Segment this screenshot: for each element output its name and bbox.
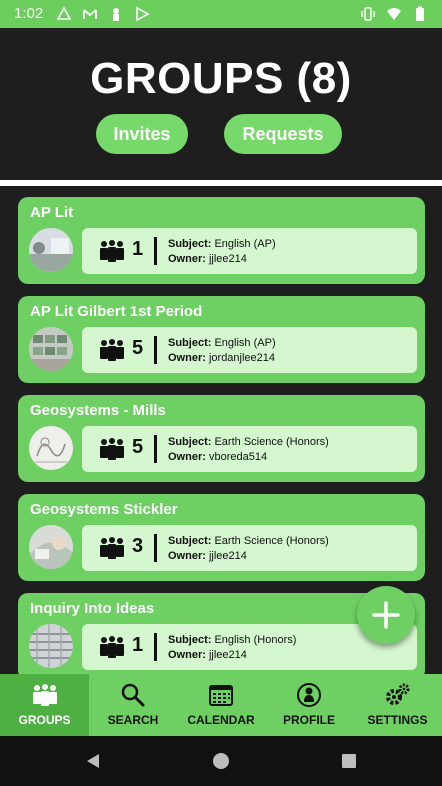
nav-calendar[interactable]: CALENDAR bbox=[177, 674, 265, 736]
group-card[interactable]: AP Lit Gilbert 1st Period 5 Subject: Eng… bbox=[18, 296, 425, 383]
info-separator bbox=[154, 336, 157, 364]
members-icon bbox=[99, 338, 125, 362]
nav-groups[interactable]: GROUPS bbox=[0, 674, 89, 736]
calendar-icon bbox=[208, 682, 234, 708]
nav-settings-label: SETTINGS bbox=[367, 713, 428, 727]
battery-icon bbox=[412, 6, 428, 22]
members-icon bbox=[99, 239, 125, 263]
vibrate-icon bbox=[360, 6, 376, 22]
info-separator bbox=[154, 237, 157, 265]
group-title: AP Lit bbox=[30, 204, 74, 221]
status-time: 1:02 bbox=[14, 5, 44, 22]
search-icon bbox=[120, 682, 146, 708]
group-title: AP Lit Gilbert 1st Period bbox=[30, 303, 203, 320]
group-card[interactable]: Geosystems - Mills 5 Subject: Earth Scie… bbox=[18, 395, 425, 482]
invites-button[interactable]: Invites bbox=[96, 114, 188, 154]
wifi-icon bbox=[386, 6, 402, 22]
profile-icon bbox=[296, 682, 322, 708]
subject-label: Subject: bbox=[168, 337, 212, 349]
owner-value: jjlee214 bbox=[208, 649, 247, 661]
requests-button[interactable]: Requests bbox=[224, 114, 342, 154]
group-thumbnail bbox=[29, 525, 73, 569]
members-icon bbox=[99, 536, 125, 560]
group-title: Geosystems - Mills bbox=[30, 402, 166, 419]
group-info: 5 Subject: English (AP) Owner: jordanjle… bbox=[82, 327, 417, 373]
group-info: 5 Subject: Earth Science (Honors) Owner:… bbox=[82, 426, 417, 472]
subject-value: English (Honors) bbox=[214, 634, 297, 646]
nav-settings[interactable]: SETTINGS bbox=[353, 674, 442, 736]
member-count: 5 bbox=[132, 337, 144, 359]
status-bar: 1:02 bbox=[0, 0, 442, 28]
group-meta: Subject: English (AP) Owner: jordanjlee2… bbox=[168, 336, 276, 366]
nav-search[interactable]: SEARCH bbox=[89, 674, 177, 736]
subject-label: Subject: bbox=[168, 535, 212, 547]
play-icon bbox=[134, 6, 150, 22]
page-title: GROUPS (8) bbox=[90, 54, 352, 103]
group-title: Geosystems Stickler bbox=[30, 501, 178, 518]
owner-label: Owner: bbox=[168, 352, 206, 364]
nav-groups-label: GROUPS bbox=[18, 713, 71, 727]
group-info: 1 Subject: English (AP) Owner: jjlee214 bbox=[82, 228, 417, 274]
members-icon bbox=[99, 635, 125, 659]
info-separator bbox=[154, 534, 157, 562]
owner-label: Owner: bbox=[168, 649, 206, 661]
subject-label: Subject: bbox=[168, 436, 212, 448]
group-thumbnail bbox=[29, 327, 73, 371]
back-icon[interactable] bbox=[84, 752, 102, 770]
group-thumbnail bbox=[29, 426, 73, 470]
nav-calendar-label: CALENDAR bbox=[187, 713, 255, 727]
subject-value: Earth Science (Honors) bbox=[214, 535, 329, 547]
group-meta: Subject: Earth Science (Honors) Owner: v… bbox=[168, 435, 329, 465]
group-thumbnail bbox=[29, 228, 73, 272]
group-card[interactable]: Geosystems Stickler 3 Subject: Earth Sci… bbox=[18, 494, 425, 581]
subject-label: Subject: bbox=[168, 634, 212, 646]
plus-icon bbox=[372, 601, 400, 629]
system-nav-bar bbox=[0, 736, 442, 786]
subject-value: English (AP) bbox=[214, 337, 276, 349]
groups-icon bbox=[32, 682, 58, 708]
group-card[interactable]: AP Lit 1 Subject: English (AP) Owner: jj… bbox=[18, 197, 425, 284]
group-title: Inquiry Into Ideas bbox=[30, 600, 155, 617]
owner-label: Owner: bbox=[168, 451, 206, 463]
group-meta: Subject: English (Honors) Owner: jjlee21… bbox=[168, 633, 296, 663]
owner-value: vboreda514 bbox=[208, 451, 268, 463]
owner-label: Owner: bbox=[168, 550, 206, 562]
nav-search-label: SEARCH bbox=[107, 713, 159, 727]
nav-profile[interactable]: PROFILE bbox=[265, 674, 353, 736]
group-info: 3 Subject: Earth Science (Honors) Owner:… bbox=[82, 525, 417, 571]
recents-icon[interactable] bbox=[340, 752, 358, 770]
owner-label: Owner: bbox=[168, 253, 206, 265]
owner-value: jjlee214 bbox=[208, 253, 247, 265]
member-count: 5 bbox=[132, 436, 144, 458]
gears-icon bbox=[385, 682, 411, 708]
lock-icon bbox=[108, 6, 124, 22]
status-icons-left bbox=[56, 6, 150, 22]
gmail-icon bbox=[82, 6, 98, 22]
nav-profile-label: PROFILE bbox=[282, 713, 335, 727]
home-icon[interactable] bbox=[212, 752, 230, 770]
bottom-nav: GROUPS SEARCH CALENDAR PROFILE SETTINGS bbox=[0, 674, 442, 736]
subject-label: Subject: bbox=[168, 238, 212, 250]
groups-header: GROUPS (8) Invites Requests bbox=[0, 28, 442, 180]
info-separator bbox=[154, 633, 157, 661]
subject-value: Earth Science (Honors) bbox=[214, 436, 329, 448]
add-group-button[interactable] bbox=[357, 586, 415, 644]
group-thumbnail bbox=[29, 624, 73, 668]
member-count: 3 bbox=[132, 535, 144, 557]
owner-value: jordanjlee214 bbox=[208, 352, 276, 364]
subject-value: English (AP) bbox=[214, 238, 276, 250]
status-icons-right bbox=[360, 6, 428, 22]
owner-value: jjlee214 bbox=[208, 550, 247, 562]
member-count: 1 bbox=[132, 634, 144, 656]
group-meta: Subject: English (AP) Owner: jjlee214 bbox=[168, 237, 276, 267]
members-icon bbox=[99, 437, 125, 461]
member-count: 1 bbox=[132, 238, 144, 260]
group-meta: Subject: Earth Science (Honors) Owner: j… bbox=[168, 534, 329, 564]
info-separator bbox=[154, 435, 157, 463]
sync-icon bbox=[56, 6, 72, 22]
